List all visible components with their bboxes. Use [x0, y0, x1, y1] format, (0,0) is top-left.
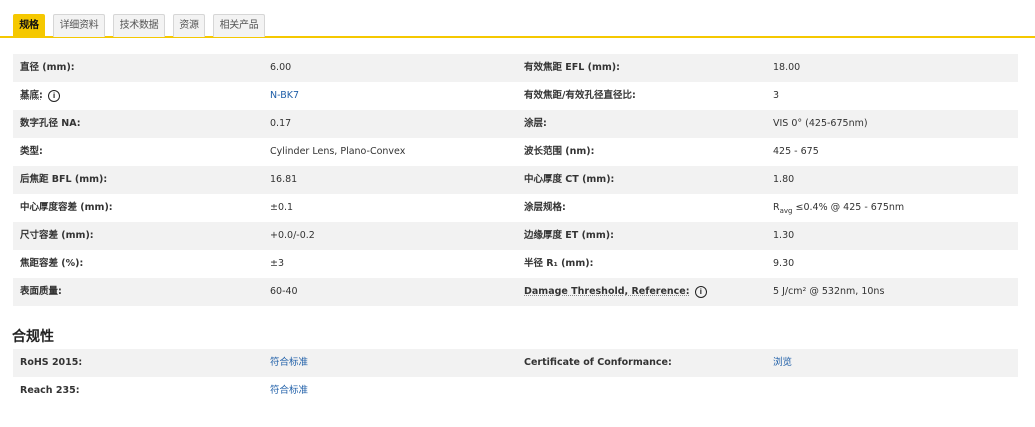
info-icon[interactable]: i	[694, 285, 707, 298]
spec-value: 1.80	[773, 174, 795, 185]
spec-value: +0.0/-0.2	[270, 230, 315, 241]
spec-row: 后焦距 BFL (mm): 16.81 中心厚度 CT (mm): 1.80	[13, 166, 1018, 194]
spec-label: 焦距容差 (%):	[20, 258, 84, 269]
compliance-label: Reach 235:	[20, 385, 80, 396]
spec-label: 边缘厚度 ET (mm):	[524, 230, 614, 241]
spec-row: 类型: Cylinder Lens, Plano-Convex 波长范围 (nm…	[13, 138, 1018, 166]
spec-value: 1.30	[773, 230, 795, 241]
spec-value: 5 J/cm² @ 532nm, 10ns	[773, 286, 885, 297]
spec-value: 6.00	[270, 62, 292, 73]
spec-row: 数字孔径 NA: 0.17 涂层: VIS 0° (425-675nm)	[13, 110, 1018, 138]
spec-value: VIS 0° (425-675nm)	[773, 118, 868, 129]
info-icon[interactable]: i	[48, 89, 61, 102]
spec-value: ±3	[270, 258, 285, 269]
compliance-table: RoHS 2015: 符合标准 Certificate of Conforman…	[13, 349, 1018, 405]
tab-details[interactable]: 详细资料	[53, 14, 105, 37]
spec-value: 0.17	[270, 118, 292, 129]
spec-value: 16.81	[270, 174, 298, 185]
spec-row: 表面质量: 60-40 Damage Threshold, Reference:…	[13, 278, 1018, 306]
spec-row: 基底: i N-BK7 有效焦距/有效孔径直径比: 3	[13, 82, 1018, 110]
compliance-label: Certificate of Conformance:	[524, 357, 672, 368]
r-avg-subscript: avg	[779, 206, 793, 215]
spec-label: 基底: i	[20, 82, 61, 110]
spec-label: 中心厚度 CT (mm):	[524, 174, 615, 185]
spec-row: 直径 (mm): 6.00 有效焦距 EFL (mm): 18.00	[13, 54, 1018, 82]
certificate-view-link[interactable]: 浏览	[773, 349, 792, 377]
spec-label: 数字孔径 NA:	[20, 118, 81, 129]
spec-label: 有效焦距 EFL (mm):	[524, 62, 620, 73]
spec-row: 尺寸容差 (mm): +0.0/-0.2 边缘厚度 ET (mm): 1.30	[13, 222, 1018, 250]
substrate-label: 基底:	[20, 90, 43, 101]
tab-specs[interactable]: 规格	[13, 14, 45, 37]
compliance-label: RoHS 2015:	[20, 357, 83, 368]
r-avg-symbol: R	[773, 202, 780, 213]
spec-label: 涂层规格:	[524, 202, 566, 213]
spec-label: 中心厚度容差 (mm):	[20, 202, 113, 213]
spec-label: Damage Threshold, Reference: i	[524, 278, 707, 306]
tab-technical-data[interactable]: 技术数据	[113, 14, 165, 37]
tab-related-products[interactable]: 相关产品	[213, 14, 265, 37]
spec-value: 425 - 675	[773, 146, 819, 157]
compliance-row: RoHS 2015: 符合标准 Certificate of Conforman…	[13, 349, 1018, 377]
substrate-link[interactable]: N-BK7	[270, 82, 299, 110]
r-avg-value: ≤0.4% @ 425 - 675nm	[795, 202, 905, 213]
tab-resources[interactable]: 资源	[173, 14, 205, 37]
damage-threshold-label[interactable]: Damage Threshold, Reference:	[524, 286, 690, 297]
spec-row: 焦距容差 (%): ±3 半径 R₁ (mm): 9.30	[13, 250, 1018, 278]
spec-label: 涂层:	[524, 118, 547, 129]
reach-status-link[interactable]: 符合标准	[270, 377, 308, 405]
spec-value: 18.00	[773, 62, 801, 73]
spec-label: 后焦距 BFL (mm):	[20, 174, 108, 185]
tab-bar: 规格 详细资料 技术数据 资源 相关产品	[0, 0, 1035, 38]
spec-value: 9.30	[773, 258, 795, 269]
spec-label: 尺寸容差 (mm):	[20, 230, 94, 241]
spec-value: Ravg ≤0.4% @ 425 - 675nm	[773, 194, 904, 225]
spec-label: 类型:	[20, 146, 43, 157]
spec-value: 60-40	[270, 286, 298, 297]
spec-label: 半径 R₁ (mm):	[524, 258, 594, 269]
spec-value: Cylinder Lens, Plano-Convex	[270, 146, 406, 157]
spec-value: 3	[773, 90, 780, 101]
compliance-title: 合规性	[12, 329, 54, 345]
rohs-status-link[interactable]: 符合标准	[270, 349, 308, 377]
spec-label: 波长范围 (nm):	[524, 146, 595, 157]
compliance-row: Reach 235: 符合标准	[13, 377, 1018, 405]
spec-row: 中心厚度容差 (mm): ±0.1 涂层规格: Ravg ≤0.4% @ 425…	[13, 194, 1018, 222]
spec-label: 直径 (mm):	[20, 62, 75, 73]
spec-label: 表面质量:	[20, 286, 62, 297]
spec-label: 有效焦距/有效孔径直径比:	[524, 90, 636, 101]
spec-table: 直径 (mm): 6.00 有效焦距 EFL (mm): 18.00 基底: i…	[13, 54, 1018, 306]
spec-value: ±0.1	[270, 202, 294, 213]
